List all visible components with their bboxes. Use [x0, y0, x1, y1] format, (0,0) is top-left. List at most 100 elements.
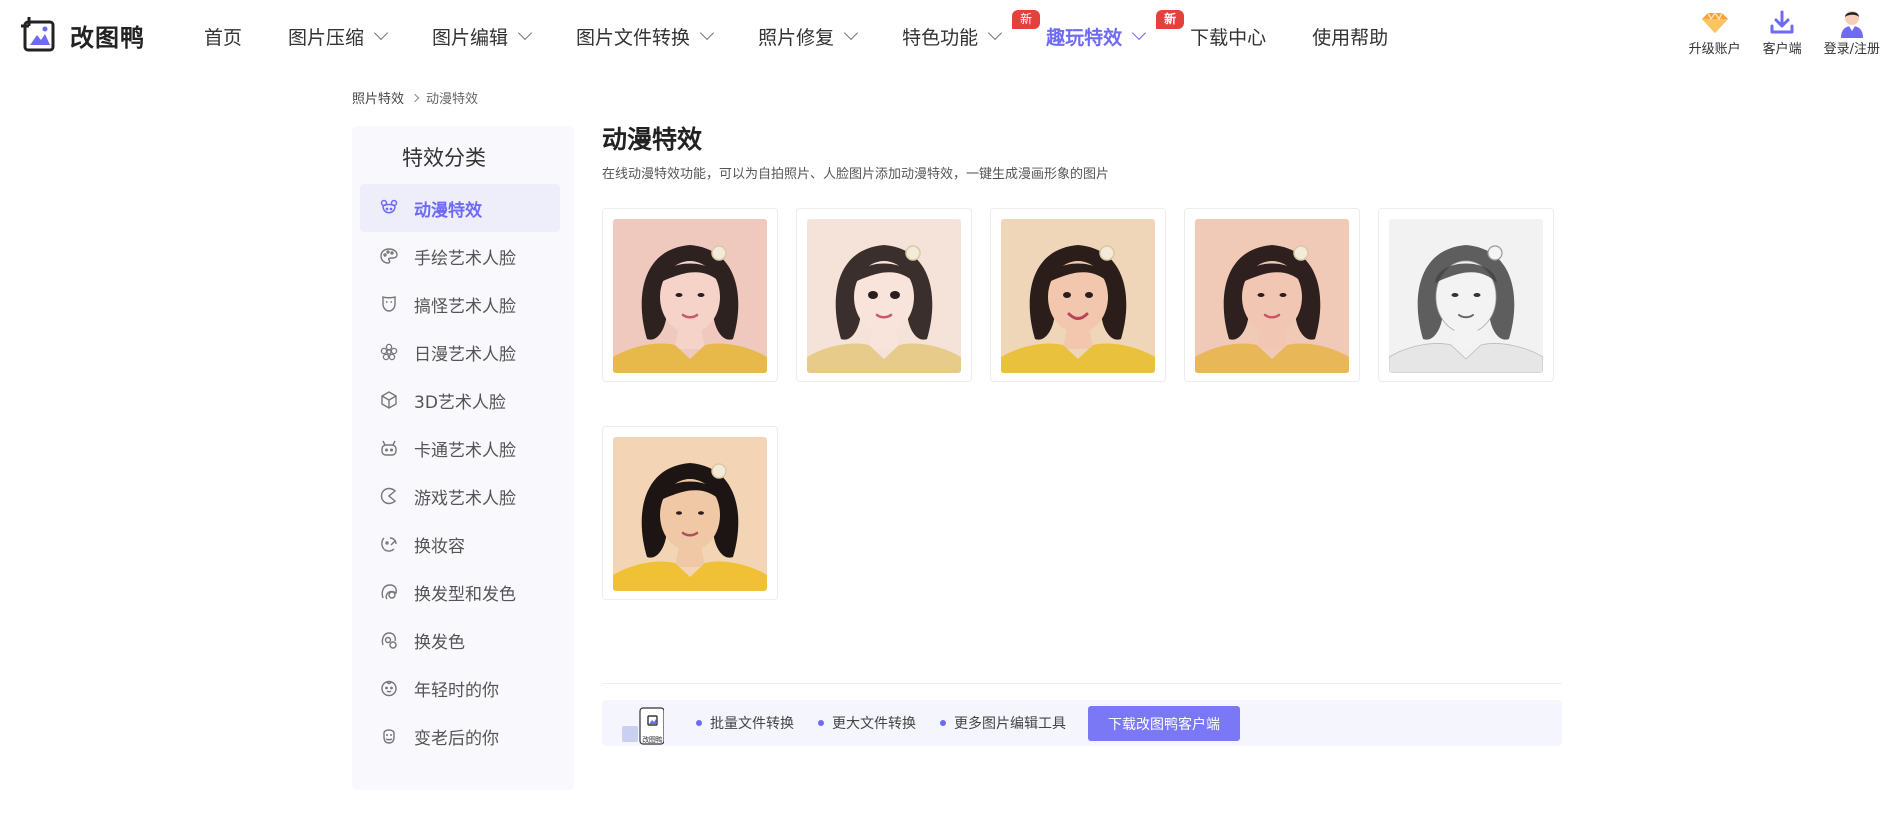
sidebar-item-japanese-anime[interactable]: 日漫艺术人脸 — [360, 328, 560, 376]
chevron-right-icon — [410, 93, 420, 102]
sidebar-list: 动漫特效 手绘艺术人脸 搞怪艺术人脸 日漫艺术人脸 3D艺术人脸 卡通艺术人脸 … — [360, 184, 560, 760]
effect-card[interactable] — [602, 208, 778, 382]
chevron-down-icon — [373, 25, 389, 41]
page-title: 动漫特效 — [602, 125, 703, 154]
sidebar-item-label: 变老后的你 — [414, 728, 499, 749]
effect-card[interactable] — [602, 426, 778, 600]
bullet-icon — [818, 720, 824, 726]
nav-image-edit[interactable]: 图片编辑 — [432, 0, 533, 72]
logo[interactable]: 改图鸭 — [20, 15, 145, 55]
new-badge: 新 — [1012, 10, 1041, 29]
logo-text: 改图鸭 — [70, 23, 145, 52]
login-register-button[interactable]: 登录/注册 — [1824, 8, 1880, 57]
nav-label: 特色功能 — [902, 26, 979, 49]
client-download-button[interactable]: 客户端 — [1763, 8, 1802, 57]
nav-help[interactable]: 使用帮助 — [1312, 0, 1388, 72]
effect-thumbnail — [1389, 219, 1543, 373]
chevron-down-icon — [844, 25, 859, 41]
chevron-down-icon — [699, 25, 715, 41]
makeup-icon — [380, 535, 398, 553]
robot-icon — [380, 439, 398, 457]
sidebar-item-anime[interactable]: 动漫特效 — [360, 184, 560, 232]
palette-icon — [380, 247, 398, 265]
sidebar-item-3d[interactable]: 3D艺术人脸 — [360, 376, 560, 424]
chevron-down-icon — [988, 25, 1003, 41]
sidebar-item-label: 游戏艺术人脸 — [414, 488, 516, 509]
old-face-icon — [380, 727, 398, 745]
logo-icon — [20, 15, 60, 55]
baby-face-icon — [380, 679, 398, 697]
effect-thumbnail — [1001, 219, 1155, 373]
effect-card[interactable] — [1184, 208, 1360, 382]
nav-home[interactable]: 首页 — [204, 0, 242, 72]
client-app-icon: 改图鸭 — [620, 706, 665, 746]
effect-thumbnail — [807, 219, 961, 373]
avatar-icon — [1836, 8, 1868, 38]
sidebar-item-label: 换发色 — [414, 632, 465, 653]
nav-label: 趣玩特效 — [1046, 26, 1123, 49]
nav-file-convert[interactable]: 图片文件转换 — [576, 0, 715, 72]
effect-thumbnail — [613, 437, 767, 591]
sidebar-item-makeup[interactable]: 换妆容 — [360, 520, 560, 568]
bullet-icon — [940, 720, 946, 726]
sidebar-item-hand-drawn[interactable]: 手绘艺术人脸 — [360, 232, 560, 280]
client-promo-banner: 改图鸭 批量文件转换 更大文件转换 更多图片编辑工具 下载改图鸭客户端 — [602, 700, 1562, 746]
client-label: 客户端 — [1762, 42, 1802, 57]
divider — [602, 683, 1562, 684]
sidebar-item-cartoon[interactable]: 卡通艺术人脸 — [360, 424, 560, 472]
nav-photo-repair[interactable]: 照片修复 — [758, 0, 859, 72]
client-app-label: 改图鸭 — [642, 736, 662, 744]
upgrade-account-button[interactable]: 升级账户 — [1689, 8, 1741, 57]
sidebar-item-label: 年轻时的你 — [414, 680, 499, 701]
diamond-icon — [1699, 8, 1731, 38]
nav-label: 图片压缩 — [288, 26, 365, 49]
breadcrumb: 照片特效 动漫特效 — [352, 88, 478, 107]
upgrade-label: 升级账户 — [1688, 42, 1741, 57]
nav-image-compress[interactable]: 图片压缩 — [288, 0, 389, 72]
feature-label: 更大文件转换 — [832, 716, 916, 732]
sidebar-item-funny[interactable]: 搞怪艺术人脸 — [360, 280, 560, 328]
sidebar-item-hairstyle[interactable]: 换发型和发色 — [360, 568, 560, 616]
hair-color-icon — [380, 631, 398, 649]
main-nav: 首页 图片压缩 图片编辑 图片文件转换 照片修复 特色功能新 趣玩特效新 下载中… — [204, 0, 1434, 72]
hairstyle-icon — [380, 583, 398, 601]
nav-featured[interactable]: 特色功能 新 — [902, 0, 1041, 72]
effect-card[interactable] — [796, 208, 972, 382]
effect-thumbnail — [613, 219, 767, 373]
bullet-icon — [696, 720, 702, 726]
effect-thumbnail — [1195, 219, 1349, 373]
feature-label: 更多图片编辑工具 — [954, 716, 1066, 732]
sidebar-item-game[interactable]: 游戏艺术人脸 — [360, 472, 560, 520]
breadcrumb-parent[interactable]: 照片特效 — [352, 88, 404, 107]
effect-card[interactable] — [1378, 208, 1554, 382]
sidebar-item-label: 换发型和发色 — [414, 584, 516, 605]
nav-download-center[interactable]: 下载中心 — [1190, 0, 1266, 72]
category-sidebar: 特效分类 动漫特效 手绘艺术人脸 搞怪艺术人脸 日漫艺术人脸 3D艺术人脸 卡通… — [352, 126, 574, 790]
sidebar-item-label: 卡通艺术人脸 — [414, 440, 516, 461]
header-actions: 升级账户 客户端 登录/注册 — [1689, 8, 1896, 57]
feature-item: 更大文件转换 — [818, 713, 916, 733]
new-badge: 新 — [1156, 10, 1185, 29]
sidebar-item-label: 3D艺术人脸 — [414, 392, 506, 413]
nav-label: 照片修复 — [758, 26, 835, 49]
chevron-down-icon — [517, 25, 533, 41]
top-header: 改图鸭 首页 图片压缩 图片编辑 图片文件转换 照片修复 特色功能新 趣玩特效新… — [0, 0, 1896, 72]
nav-label: 首页 — [204, 26, 243, 49]
feature-item: 批量文件转换 — [696, 713, 794, 733]
download-client-button[interactable]: 下载改图鸭客户端 — [1088, 706, 1240, 741]
sidebar-item-label: 动漫特效 — [414, 200, 482, 221]
sidebar-item-hair-color[interactable]: 换发色 — [360, 616, 560, 664]
login-label: 登录/注册 — [1823, 42, 1880, 57]
breadcrumb-current: 动漫特效 — [426, 92, 479, 107]
sidebar-item-older[interactable]: 变老后的你 — [360, 712, 560, 760]
mask-icon — [380, 295, 398, 313]
cube-icon — [380, 391, 398, 409]
sidebar-item-label: 手绘艺术人脸 — [414, 248, 516, 269]
sidebar-item-younger[interactable]: 年轻时的你 — [360, 664, 560, 712]
effect-card[interactable] — [990, 208, 1166, 382]
bear-icon — [380, 199, 398, 217]
feature-item: 更多图片编辑工具 — [940, 713, 1066, 733]
flower-icon — [380, 343, 398, 361]
nav-label: 图片文件转换 — [576, 26, 691, 49]
nav-fun-effects[interactable]: 趣玩特效 新 — [1046, 0, 1185, 72]
